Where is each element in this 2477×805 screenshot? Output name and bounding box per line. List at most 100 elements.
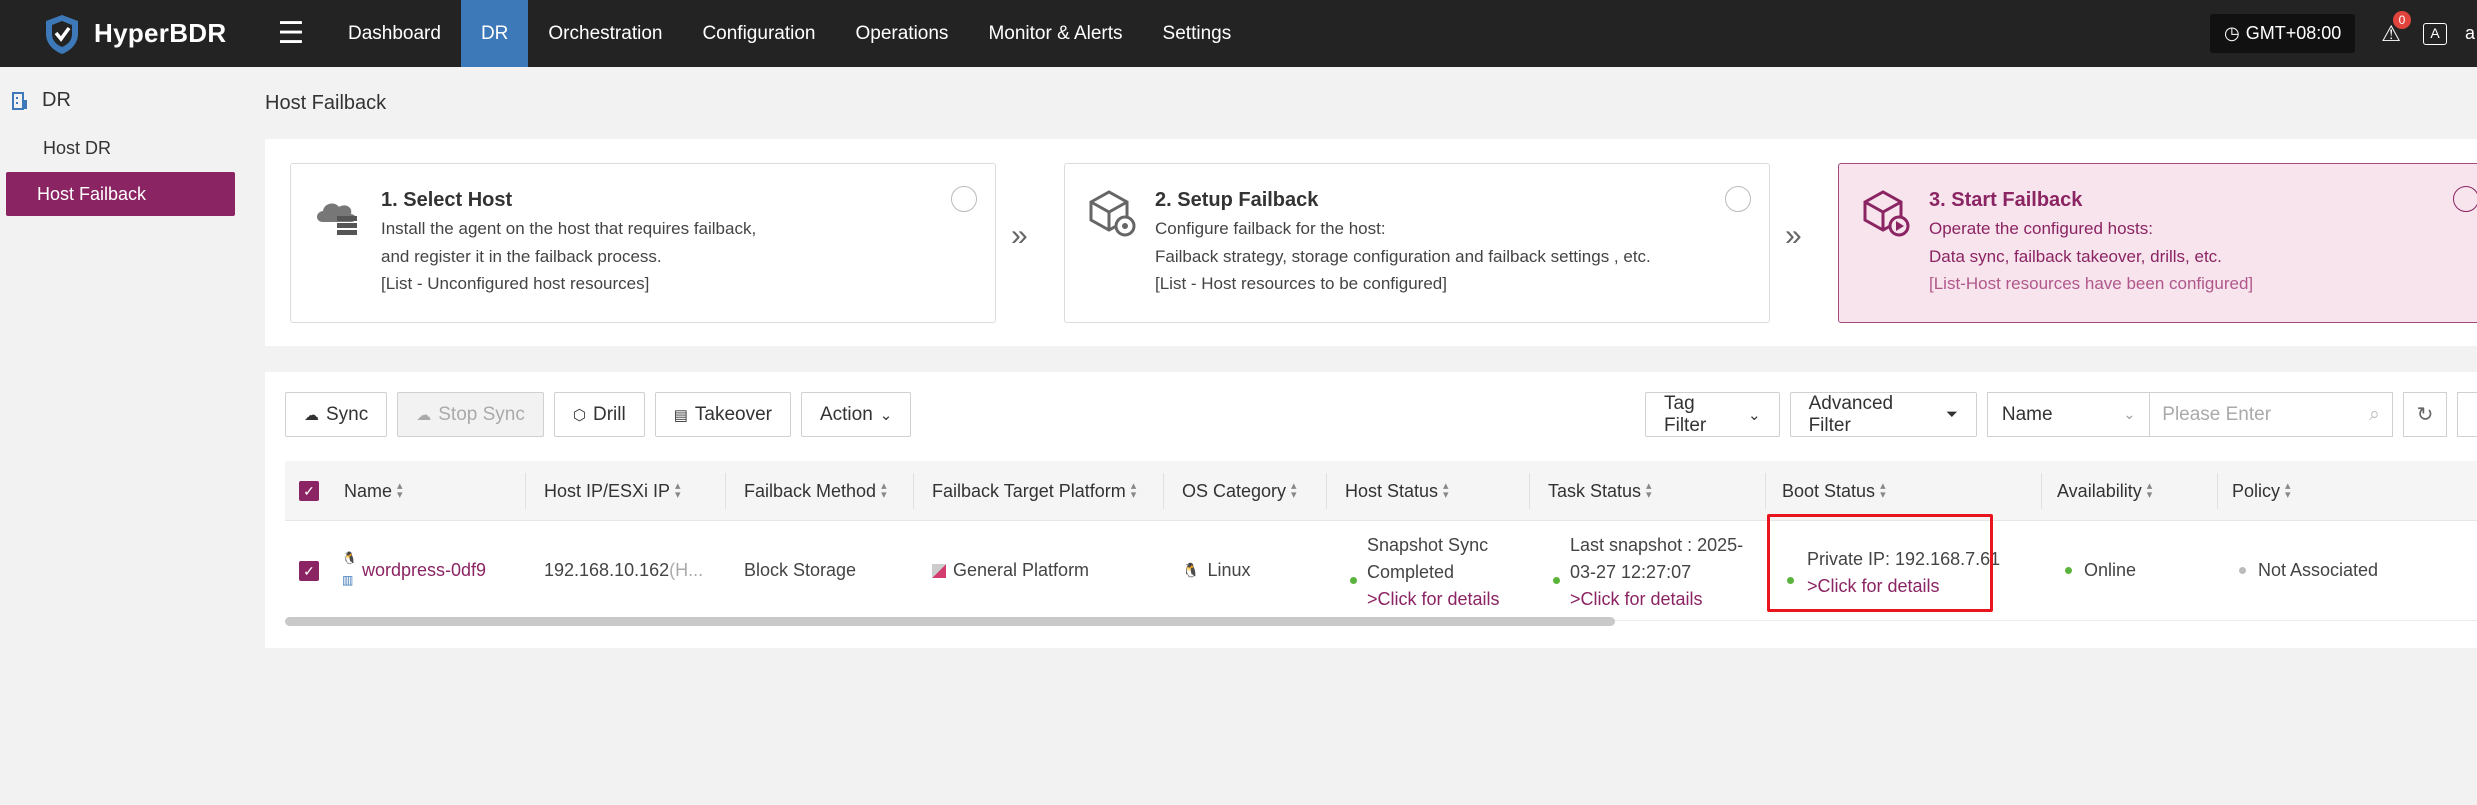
col-header-host-ip[interactable]: Host IP/ESXi IP ▴ ▾: [544, 461, 681, 521]
takeover-label: Takeover: [694, 403, 772, 425]
step-radio-selected[interactable]: [2453, 186, 2477, 212]
search-placeholder: Please Enter: [2162, 403, 2272, 425]
col-header-availability[interactable]: Availability ▴ ▾: [2057, 461, 2152, 521]
user-menu[interactable]: a: [2465, 23, 2477, 44]
chevron-down-icon: ⌄: [1748, 406, 1761, 424]
col-header-host-ip-label: Host IP/ESXi IP: [544, 480, 671, 501]
action-label: Action: [819, 403, 873, 425]
step-setup-failback[interactable]: 2. Setup Failback Configure failback for…: [1064, 163, 1770, 323]
host-ip-cell: 192.168.10.162(H...: [544, 560, 703, 581]
advanced-filter-label: Advanced Filter: [1808, 392, 1894, 436]
sort-icon[interactable]: ▴ ▾: [2147, 481, 2153, 501]
step-radio[interactable]: [1725, 186, 1751, 212]
col-header-host-status[interactable]: Host Status ▴ ▾: [1345, 461, 1449, 521]
host-status-line: Completed: [1367, 562, 1455, 582]
settings-box-icon: [1089, 190, 1136, 237]
step-title: 3. Start Failback: [1929, 189, 2083, 211]
host-status-details-link[interactable]: >Click for details: [1367, 586, 1500, 613]
advanced-filter-button[interactable]: Advanced Filter ⏷: [1789, 392, 1977, 437]
linux-icon: 🐧: [342, 551, 357, 565]
col-header-task-status-label: Task Status: [1548, 480, 1642, 501]
filter-icon: ⏷: [1945, 406, 1958, 423]
menu-toggle-icon[interactable]: ☰: [266, 16, 316, 51]
sort-icon[interactable]: ▴ ▾: [1646, 481, 1652, 501]
sidebar-section-dr[interactable]: DR: [0, 67, 245, 112]
timezone-button[interactable]: ◷ GMT+08:00: [2210, 14, 2356, 53]
sort-icon[interactable]: ▴ ▾: [1291, 481, 1297, 501]
sort-icon[interactable]: ▴ ▾: [881, 481, 887, 501]
nav-monitor-alerts[interactable]: Monitor & Alerts: [968, 0, 1142, 67]
sort-icon[interactable]: ▴ ▾: [1443, 481, 1449, 501]
select-all-checkbox[interactable]: ✓: [299, 461, 319, 521]
availability-cell: Online: [2065, 560, 2136, 581]
sort-icon[interactable]: ▴ ▾: [2285, 481, 2291, 501]
col-header-task-status[interactable]: Task Status ▴ ▾: [1548, 461, 1652, 521]
search-icon[interactable]: ⌕: [2369, 404, 2380, 426]
step-radio[interactable]: [951, 186, 977, 212]
col-header-policy[interactable]: Policy ▴ ▾: [2232, 461, 2291, 521]
column-settings-icon[interactable]: [2457, 392, 2477, 437]
nav-orchestration[interactable]: Orchestration: [528, 0, 682, 67]
column-divider: [2041, 473, 2042, 509]
search-field-select[interactable]: Name ⌄: [1986, 392, 2151, 437]
col-header-os-category[interactable]: OS Category ▴ ▾: [1182, 461, 1297, 521]
language-icon[interactable]: A: [2423, 22, 2447, 45]
col-header-availability-label: Availability: [2057, 480, 2142, 501]
host-status-cell: Snapshot Sync Completed >Click for detai…: [1367, 532, 1500, 613]
filter-tools: Tag Filter ⌄ Advanced Filter ⏷ Name ⌄ Pl…: [1645, 392, 2477, 437]
play-box-icon: [1863, 190, 1910, 237]
table-header: ✓ Name ▴ ▾ Host IP/ESXi IP ▴ ▾ Failback Meth…: [285, 461, 2477, 521]
table-row[interactable]: ✓ 🐧 ▥ wordpress-0df9 192.168.10.162(H...…: [285, 521, 2477, 621]
refresh-icon[interactable]: ↻: [2402, 392, 2448, 437]
step-desc-line: Install the agent on the host that requi…: [381, 219, 757, 238]
col-header-name[interactable]: Name ▴ ▾: [344, 461, 403, 521]
tag-filter-dropdown[interactable]: Tag Filter ⌄: [1645, 392, 1780, 437]
host-status-line: Snapshot Sync: [1367, 535, 1489, 555]
header-tools: ◷ GMT+08:00 ⚠ 0 A a: [2210, 0, 2477, 67]
nav-dr[interactable]: DR: [460, 0, 529, 67]
host-name-link[interactable]: wordpress-0df9: [362, 560, 486, 581]
sidebar-item-host-failback[interactable]: Host Failback: [6, 172, 235, 216]
drill-label: Drill: [592, 403, 626, 425]
chevron-down-icon: ⌄: [2123, 406, 2136, 422]
action-toolbar: ☁ Sync ☁ Stop Sync ⬡ Drill ▤ Takeover Ac…: [285, 392, 912, 437]
stop-sync-button[interactable]: ☁ Stop Sync: [397, 392, 544, 437]
action-dropdown[interactable]: Action ⌄: [800, 392, 912, 437]
sort-icon[interactable]: ▴ ▾: [1880, 481, 1886, 501]
tag-filter-label: Tag Filter: [1664, 392, 1707, 436]
nav-operations[interactable]: Operations: [835, 0, 968, 67]
timezone-label: GMT+08:00: [2245, 23, 2342, 43]
alert-bell[interactable]: ⚠ 0: [2381, 10, 2411, 47]
sync-button[interactable]: ☁ Sync: [285, 392, 388, 437]
column-divider: [1765, 473, 1766, 509]
task-status-details-link[interactable]: >Click for details: [1570, 586, 1743, 613]
col-header-failback-method[interactable]: Failback Method ▴ ▾: [744, 461, 887, 521]
policy-dot: [2239, 567, 2246, 574]
takeover-button[interactable]: ▤ Takeover: [654, 392, 791, 437]
os-category-value: Linux: [1207, 560, 1251, 580]
step-start-failback[interactable]: 3. Start Failback Operate the configured…: [1838, 163, 2477, 323]
takeover-icon: ▤: [673, 406, 688, 424]
target-platform-value: General Platform: [953, 560, 1090, 580]
row-checkbox[interactable]: ✓: [299, 561, 319, 581]
sort-icon[interactable]: ▴ ▾: [397, 481, 403, 501]
status-dot: [1350, 568, 1357, 589]
horizontal-scrollbar[interactable]: [285, 617, 1615, 626]
cloud-host-icon: [317, 203, 357, 235]
col-header-boot-status[interactable]: Boot Status ▴ ▾: [1782, 461, 1886, 521]
step-select-host[interactable]: 1. Select Host Install the agent on the …: [290, 163, 996, 323]
nav-dashboard[interactable]: Dashboard: [328, 0, 461, 67]
sidebar-section-label: DR: [42, 89, 71, 111]
sort-icon[interactable]: ▴ ▾: [1131, 481, 1137, 501]
policy-value: Not Associated: [2258, 560, 2379, 580]
sync-label: Sync: [326, 403, 369, 425]
search-input[interactable]: Please Enter ⌕: [2150, 392, 2393, 437]
sidebar-item-host-dr[interactable]: Host DR: [6, 126, 235, 170]
sort-icon[interactable]: ▴ ▾: [675, 481, 681, 501]
nav-settings[interactable]: Settings: [1143, 0, 1252, 67]
nav-configuration[interactable]: Configuration: [682, 0, 835, 67]
app-logo[interactable]: HyperBDR: [40, 12, 260, 56]
col-header-target-platform[interactable]: Failback Target Platform ▴ ▾: [932, 461, 1136, 521]
drill-button[interactable]: ⬡ Drill: [553, 392, 645, 437]
step-desc-line: [List - Host resources to be configured]: [1155, 274, 1447, 293]
